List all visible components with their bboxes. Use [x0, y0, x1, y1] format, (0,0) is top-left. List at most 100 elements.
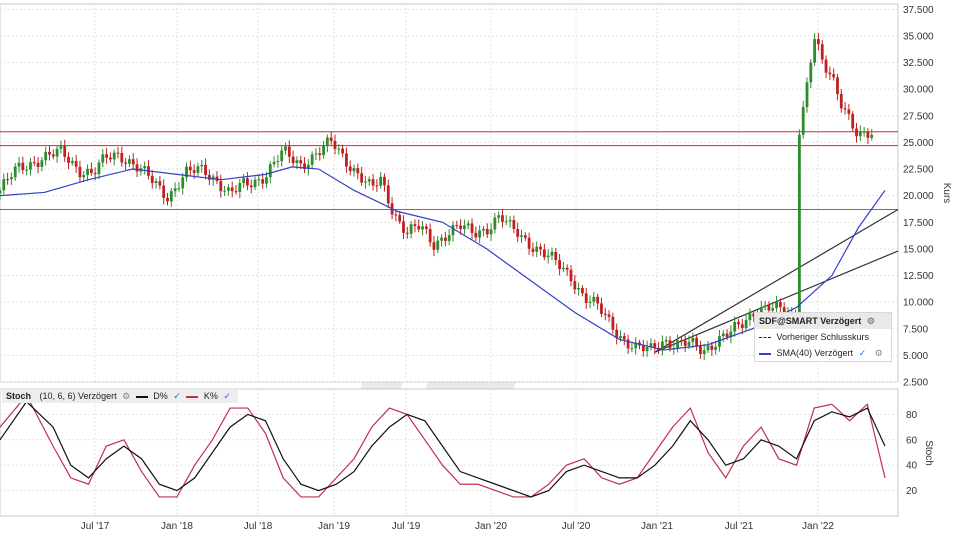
candle-body: [383, 176, 386, 186]
candle-body: [40, 160, 44, 167]
candle-body: [805, 82, 809, 108]
candle-body: [421, 226, 424, 230]
candle-body: [348, 166, 352, 172]
candle-body: [443, 237, 447, 241]
candle-body: [67, 156, 70, 163]
dashed-line-swatch-icon: [759, 337, 771, 339]
candle-body: [341, 148, 344, 154]
candle-body: [683, 340, 687, 346]
x-tick-label: Jul '21: [725, 521, 754, 532]
candle-body: [257, 179, 261, 181]
candle-body: [535, 246, 539, 252]
candle-body: [63, 146, 67, 157]
candle-body: [809, 62, 813, 83]
candle-body: [679, 340, 683, 342]
candle-body: [451, 225, 455, 236]
legend-title: SDF@SMART Verzögert: [759, 316, 862, 326]
candle-body: [645, 347, 649, 352]
gear-icon[interactable]: ⚙: [875, 348, 883, 358]
candle-body: [364, 181, 367, 183]
candle-body: [778, 302, 782, 308]
candle-body: [242, 178, 246, 184]
candle-body: [287, 146, 291, 157]
candle-body: [402, 221, 405, 233]
candle-body: [740, 324, 744, 328]
candle-body: [687, 341, 691, 346]
candle-body: [329, 137, 333, 141]
candle-body: [641, 345, 645, 352]
legend-entry-sma: SMA(40) Verzögert ✓ ⚙: [755, 345, 891, 361]
candle-body: [246, 178, 249, 186]
candle-body: [192, 170, 196, 173]
candle-body: [493, 217, 497, 230]
legend-entry-label: SMA(40) Verzögert: [776, 348, 854, 358]
candle-body: [561, 267, 565, 270]
candle-body: [482, 228, 485, 231]
candle-body: [166, 197, 169, 202]
candle-body: [489, 229, 493, 235]
candle-body: [436, 240, 440, 250]
candle-body: [2, 179, 6, 191]
candle-body: [767, 305, 771, 311]
gear-icon[interactable]: ⚙: [867, 316, 875, 326]
candle-body: [150, 175, 154, 183]
checkmark-icon[interactable]: ✓: [173, 391, 181, 401]
candle-body: [394, 214, 398, 216]
candle-body: [611, 316, 615, 330]
price-y-tick-label: 35.000: [903, 31, 934, 42]
price-y-tick-label: 27.500: [903, 111, 934, 122]
candle-body: [828, 72, 832, 75]
candle-body: [13, 166, 17, 178]
candle-body: [120, 153, 124, 163]
candle-body: [424, 226, 428, 230]
candle-body: [619, 336, 622, 339]
candle-body: [284, 146, 287, 151]
candle-body: [367, 179, 371, 182]
candle-body: [196, 166, 200, 173]
checkmark-icon[interactable]: ✓: [223, 391, 231, 401]
candle-body: [862, 131, 866, 133]
candle-body: [839, 93, 843, 109]
candle-body: [276, 161, 280, 163]
candle-body: [702, 350, 706, 354]
candle-body: [261, 179, 265, 184]
x-tick-label: Jan '20: [475, 521, 507, 532]
candle-body: [775, 302, 778, 309]
x-tick-label: Jan '21: [641, 521, 673, 532]
candle-body: [93, 172, 97, 175]
price-y-tick-label: 30.000: [903, 85, 934, 96]
candle-body: [314, 153, 318, 155]
candle-body: [253, 179, 257, 188]
candle-body: [291, 156, 295, 164]
candle-body: [135, 164, 139, 172]
candle-body: [714, 346, 718, 350]
candle-body: [116, 152, 120, 154]
candle-body: [223, 190, 226, 192]
stoch-y-tick-label: 20: [906, 486, 918, 497]
x-tick-label: Jul '18: [244, 521, 273, 532]
candle-body: [485, 228, 489, 235]
candle-body: [478, 230, 482, 238]
candle-body: [143, 166, 147, 169]
candle-body: [542, 249, 546, 258]
candle-body: [497, 215, 501, 218]
stoch-legend: Stoch (10, 6, 6) Verzögert ⚙ D% ✓ K% ✓: [2, 389, 238, 403]
candle-body: [352, 168, 356, 172]
candle-body: [501, 215, 504, 222]
price-y-tick-label: 25.000: [903, 138, 934, 149]
candle-body: [455, 225, 459, 227]
price-y-tick-label: 17.500: [903, 218, 934, 229]
candle-body: [832, 74, 836, 78]
stoch-y-tick-label: 40: [906, 461, 918, 472]
gear-icon[interactable]: ⚙: [122, 391, 130, 401]
price-y-tick-label: 12.500: [903, 271, 934, 282]
stoch-plot-frame: [0, 388, 899, 517]
candle-body: [207, 174, 211, 180]
candle-body: [200, 164, 204, 167]
candle-body: [573, 281, 577, 290]
candle-body: [379, 176, 383, 186]
candle-body: [592, 296, 596, 302]
candle-body: [710, 345, 714, 350]
candle-body: [51, 154, 55, 157]
checkmark-icon[interactable]: ✓: [859, 348, 867, 358]
